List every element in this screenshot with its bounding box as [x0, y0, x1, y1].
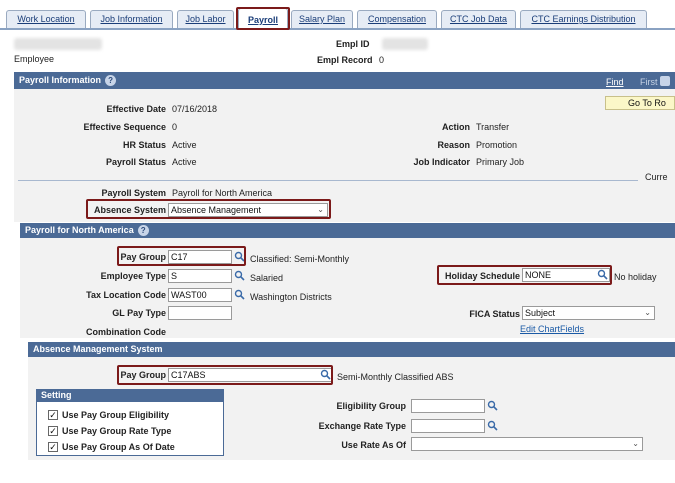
- absence-system-select[interactable]: Absence Management ⌄: [168, 203, 328, 217]
- fica-status-value: Subject: [525, 308, 556, 318]
- pay-group-description: Classified: Semi-Monthly: [250, 254, 350, 264]
- gl-pay-type-input[interactable]: [168, 306, 232, 320]
- empl-record-value: 0: [379, 55, 385, 65]
- edit-chartfields-link[interactable]: Edit ChartFields: [520, 324, 584, 334]
- fica-status-select[interactable]: Subject ⌄: [522, 306, 655, 320]
- absence-system-label: Absence System: [93, 205, 166, 215]
- effective-date-value: 07/16/2018: [172, 104, 218, 114]
- magnifier-icon[interactable]: [320, 369, 331, 380]
- combination-code-label: Combination Code: [86, 327, 166, 337]
- currency-label: Curre: [645, 172, 668, 182]
- fica-status-label: FICA Status: [469, 309, 520, 319]
- hr-status-label: HR Status: [122, 140, 166, 150]
- find-link[interactable]: Find: [606, 77, 624, 87]
- chevron-down-icon: ⌄: [317, 205, 324, 214]
- ams-title: Absence Management System: [33, 344, 163, 354]
- eligibility-group-label: Eligibility Group: [336, 401, 407, 411]
- payroll-system-label: Payroll System: [101, 188, 166, 198]
- payroll-system-value: Payroll for North America: [172, 188, 273, 198]
- use-pay-group-rate-type-checkbox[interactable]: ✓: [48, 426, 58, 436]
- tab-payroll[interactable]: Payroll: [238, 8, 288, 30]
- ams-pay-group-label: Pay Group: [120, 370, 166, 380]
- tab-bar: Work Location Job Information Job Labor …: [0, 0, 675, 30]
- tab-compensation[interactable]: Compensation: [357, 10, 437, 28]
- action-label: Action: [442, 122, 470, 132]
- effective-date-label: Effective Date: [106, 104, 166, 114]
- use-pay-group-eligibility-checkbox[interactable]: ✓: [48, 410, 58, 420]
- empl-id-redacted: [382, 38, 428, 50]
- payroll-status-label: Payroll Status: [105, 157, 166, 167]
- magnifier-icon[interactable]: [487, 420, 498, 431]
- exchange-rate-type-input[interactable]: [411, 419, 485, 433]
- go-to-row-button[interactable]: Go To Ro: [605, 96, 675, 110]
- action-value: Transfer: [476, 122, 510, 132]
- divider: [18, 180, 638, 181]
- pay-group-input[interactable]: C17: [168, 250, 232, 264]
- hr-status-value: Active: [172, 140, 197, 150]
- first-label[interactable]: First: [640, 77, 658, 87]
- use-rate-as-of-label: Use Rate As Of: [341, 440, 406, 450]
- employee-type-input[interactable]: S: [168, 269, 232, 283]
- reason-value: Promotion: [476, 140, 518, 150]
- help-icon[interactable]: ?: [137, 225, 149, 237]
- help-icon[interactable]: ?: [105, 75, 117, 87]
- effective-sequence-value: 0: [172, 122, 178, 132]
- pay-group-label: Pay Group: [120, 252, 166, 262]
- employee-type-label: Employee Type: [100, 271, 166, 281]
- setting-header: Setting: [36, 389, 224, 402]
- magnifier-icon[interactable]: [234, 251, 245, 262]
- exchange-rate-type-label: Exchange Rate Type: [318, 421, 406, 431]
- magnifier-icon[interactable]: [234, 270, 245, 281]
- absence-system-value: Absence Management: [171, 205, 262, 215]
- holiday-schedule-value: NONE: [525, 270, 552, 280]
- reason-label: Reason: [437, 140, 470, 150]
- tab-ctc-earnings-distribution[interactable]: CTC Earnings Distribution: [520, 10, 647, 28]
- first-arrow-icon[interactable]: [660, 76, 670, 86]
- tax-location-code-label: Tax Location Code: [86, 290, 166, 300]
- holiday-schedule-description: No holiday: [614, 272, 657, 282]
- tax-location-code-input[interactable]: WAST00: [168, 288, 232, 302]
- gl-pay-type-label: GL Pay Type: [112, 308, 166, 318]
- chevron-down-icon: ⌄: [644, 308, 651, 317]
- payroll-information-header: Payroll Information?: [14, 72, 675, 89]
- chevron-down-icon: ⌄: [632, 439, 639, 448]
- setting-title: Setting: [41, 390, 72, 400]
- use-rate-as-of-select[interactable]: ⌄: [411, 437, 643, 451]
- magnifier-icon[interactable]: [597, 269, 608, 280]
- employee-type-description: Salaried: [250, 273, 284, 283]
- tab-job-information[interactable]: Job Information: [90, 10, 173, 28]
- job-indicator-label: Job Indicator: [413, 157, 470, 167]
- tab-ctc-job-data[interactable]: CTC Job Data: [441, 10, 516, 28]
- use-pay-group-eligibility-label: Use Pay Group Eligibility: [62, 410, 170, 420]
- magnifier-icon[interactable]: [487, 400, 498, 411]
- job-indicator-value: Primary Job: [476, 157, 525, 167]
- eligibility-group-input[interactable]: [411, 399, 485, 413]
- use-pay-group-as-of-date-checkbox[interactable]: ✓: [48, 442, 58, 452]
- magnifier-icon[interactable]: [234, 289, 245, 300]
- employee-name-redacted: [14, 38, 102, 50]
- payroll-for-north-america-header: Payroll for North America?: [20, 223, 675, 238]
- tab-job-labor[interactable]: Job Labor: [177, 10, 234, 28]
- tax-location-description: Washington Districts: [250, 292, 332, 302]
- tab-salary-plan[interactable]: Salary Plan: [291, 10, 353, 28]
- tab-work-location[interactable]: Work Location: [6, 10, 86, 28]
- empl-record-label: Empl Record: [317, 55, 373, 65]
- empl-id-label: Empl ID: [336, 39, 370, 49]
- absence-management-system-header: Absence Management System: [28, 342, 675, 357]
- payroll-status-value: Active: [172, 157, 197, 167]
- ams-pay-group-description: Semi-Monthly Classified ABS: [337, 372, 454, 382]
- employee-label: Employee: [14, 54, 55, 64]
- use-pay-group-as-of-date-label: Use Pay Group As Of Date: [62, 442, 175, 452]
- ams-pay-group-input[interactable]: C17ABS: [168, 368, 332, 382]
- pna-title: Payroll for North America: [25, 225, 134, 235]
- payroll-information-title: Payroll Information: [19, 75, 102, 85]
- holiday-schedule-label: Holiday Schedule: [444, 271, 520, 281]
- effective-sequence-label: Effective Sequence: [83, 122, 166, 132]
- use-pay-group-rate-type-label: Use Pay Group Rate Type: [62, 426, 172, 436]
